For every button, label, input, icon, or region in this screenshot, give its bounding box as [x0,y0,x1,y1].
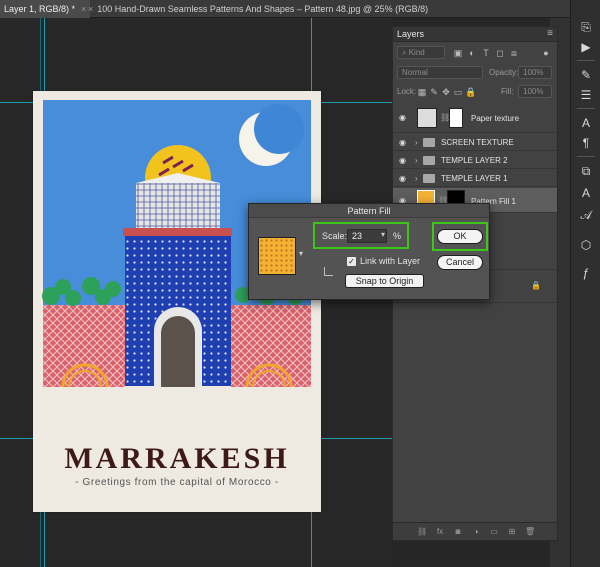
poster-title: MARRAKESH [64,442,290,475]
poster-artwork: MARRAKESH - Greetings from the capital o… [33,91,321,512]
fill-label: Fill: [501,87,514,96]
smart-object-filter-icon[interactable]: ⧈ [509,48,519,58]
divider [577,156,595,157]
new-group-icon[interactable]: ▭ [489,527,499,537]
visibility-eye-icon[interactable]: ◉ [399,139,409,147]
folder-icon [423,138,435,147]
layer-name: SCREEN TEXTURE [441,138,514,147]
panel-menu-icon[interactable]: ≡ [547,28,553,39]
adjustment-layer-icon[interactable]: ◑ [471,527,481,537]
kind-filter-select[interactable]: ⌕ Kind [397,46,445,59]
paragraph-icon[interactable]: ¶ [579,136,593,150]
layer-thumbnail [417,108,437,128]
layer-name: TEMPLE LAYER 2 [441,156,508,165]
document-tab-bar: Layer 1, RGB/8) * × × 100 Hand-Drawn Seaml… [0,0,570,18]
kind-filter-value: Kind [408,48,425,57]
new-layer-icon[interactable]: ⊞ [507,527,517,537]
visibility-eye-icon[interactable]: ◉ [399,175,409,183]
lock-pixels-icon[interactable]: ✎ [429,87,439,97]
close-icon[interactable]: × [88,4,93,14]
expand-chevron-icon[interactable]: › [415,138,418,147]
visibility-eye-icon[interactable]: ◉ [399,157,409,165]
layer-mask-thumbnail [449,108,463,128]
layers-panel-footer: ⛓ fx ◙ ◑ ▭ ⊞ 🗑 [393,522,557,540]
layer-row-paper-texture[interactable]: ◉ ⛓ Paper texture [393,103,557,133]
link-with-layer-label: Link with Layer [360,256,421,266]
layer-name: Paper texture [471,114,520,123]
visibility-eye-icon[interactable]: ◉ [399,114,409,122]
play-icon[interactable]: ▶ [579,40,593,54]
adjustments-icon[interactable]: ☰ [579,88,593,102]
character-icon[interactable]: A [579,116,593,130]
pixel-filter-icon[interactable]: ▣ [453,48,463,58]
tab-layer-1[interactable]: Layer 1, RGB/8) * × [0,0,91,18]
shape-filter-icon[interactable]: ◻ [495,48,505,58]
tab-pattern-48[interactable]: × 100 Hand-Drawn Seamless Patterns And Sh… [84,0,432,18]
adjustment-filter-icon[interactable]: ◐ [467,48,477,58]
dialog-title: Pattern Fill [249,204,489,218]
lock-all-icon[interactable]: 🔒 [465,87,476,97]
folder-icon [423,174,435,183]
layers-panel-title[interactable]: Layers [397,29,424,39]
chevron-down-icon[interactable]: ▾ [299,249,303,258]
lock-artboard-icon[interactable]: ▭ [453,87,463,97]
trash-icon[interactable]: 🗑 [525,527,535,537]
fill-input[interactable]: 100% [518,85,552,98]
filter-toggle-icon[interactable]: ● [541,48,551,58]
layer-row-screen-texture[interactable]: ◉ › SCREEN TEXTURE [393,134,557,151]
pattern-fill-dialog: Pattern Fill ▾ Scale: ▾ % ✓ Link with La… [248,203,490,300]
folder-icon [423,156,435,165]
ok-button[interactable]: OK [437,229,483,244]
right-tool-strip: ⎘ ▶ ✎ ☰ A ¶ ⧉ A 𝒜 ⬡ ƒ [570,0,600,567]
clone-source-icon[interactable]: ⧉ [579,164,593,178]
scale-dropdown-icon[interactable]: ▾ [381,230,385,239]
tab-label: 100 Hand-Drawn Seamless Patterns And Sha… [97,4,429,14]
lock-label: Lock: [397,87,417,96]
fx-icon[interactable]: fx [435,527,445,537]
layers-panel-header: Layers ≡ [393,27,557,42]
layer-row-temple-layer-2[interactable]: ◉ › TEMPLE LAYER 2 [393,152,557,169]
fx-icon[interactable]: ƒ [579,266,593,280]
link-layers-icon[interactable]: ⛓ [417,527,427,537]
opacity-input[interactable]: 100% [518,66,552,79]
new-preset-icon[interactable] [324,267,333,276]
type-filter-icon[interactable]: T [481,48,491,58]
character-styles-icon[interactable]: A [579,186,593,200]
opacity-value: 100% [523,68,544,77]
lock-icon: 🔒 [531,281,541,290]
scale-label: Scale: [322,231,348,241]
lock-transparency-icon[interactable]: ▦ [417,87,427,97]
add-mask-icon[interactable]: ◙ [453,527,463,537]
opacity-label: Opacity: [489,68,519,77]
divider [577,60,595,61]
brush-icon[interactable]: ✎ [579,68,593,82]
scale-unit: % [393,231,402,241]
divider [577,108,595,109]
layer-row-temple-layer-1[interactable]: ◉ › TEMPLE LAYER 1 [393,170,557,187]
layer-name: TEMPLE LAYER 1 [441,174,508,183]
expand-chevron-icon[interactable]: › [415,156,418,165]
glyphs-icon[interactable]: 𝒜 [579,208,593,222]
blend-mode-select[interactable]: Normal [397,66,483,79]
fill-value: 100% [523,87,544,96]
3d-icon[interactable]: ⬡ [579,238,593,252]
poster-subtitle: - Greetings from the capital of Morocco … [75,477,279,488]
tab-label: Layer 1, RGB/8) * [4,4,76,14]
link-with-layer-checkbox[interactable]: ✓ [347,257,356,266]
snap-to-origin-button[interactable]: Snap to Origin [345,274,424,288]
lock-position-icon[interactable]: ✥ [441,87,451,97]
search-icon: ⌕ [402,48,407,57]
history-icon[interactable]: ⎘ [579,20,593,34]
blend-mode-value: Normal [402,68,428,77]
expand-chevron-icon[interactable]: › [415,174,418,183]
pattern-picker-swatch[interactable] [258,237,296,275]
cancel-button[interactable]: Cancel [437,255,483,270]
